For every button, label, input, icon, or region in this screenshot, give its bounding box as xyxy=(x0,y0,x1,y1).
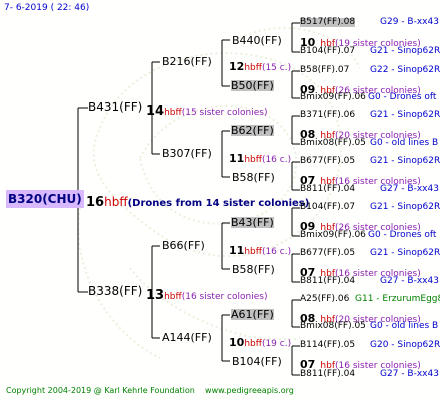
gen4-info-4: G0 - Drones oft xyxy=(368,92,437,102)
gen2-unit-1: hbff xyxy=(244,63,262,73)
gen3-label-6[interactable]: B58(FF) xyxy=(232,264,275,275)
gen2-num-3: 11 xyxy=(229,244,245,257)
gen2-num-1: 12 xyxy=(229,60,245,73)
gen4-label-7[interactable]: B677(FF).05 xyxy=(300,157,355,166)
gen2-note-3: (16 c.) xyxy=(261,247,292,257)
gen3-label-7[interactable]: A61(FF) xyxy=(231,309,274,320)
gen2-unit-3: hbff xyxy=(244,247,262,257)
gen2-note-4: (19 c.) xyxy=(261,339,292,349)
gen3-label-1[interactable]: B440(FF) xyxy=(232,35,282,46)
gen4-info-1: G29 - B-xx43 xyxy=(380,17,439,27)
root-queen-label[interactable]: B320(CHU) xyxy=(6,190,84,208)
gen1-info-2: 13hbff(16 sister colonies) xyxy=(146,286,267,302)
gen3-label-3[interactable]: B62(FF) xyxy=(231,125,274,136)
gen2-note-1: (15 c.) xyxy=(261,63,292,73)
gen3-label-4[interactable]: B58(FF) xyxy=(232,172,275,183)
gen2-info-3: 11hbff(16 c.) xyxy=(229,241,291,257)
gen4-info-14: G0 - old lines B xyxy=(370,321,439,331)
gen4-info-16: G27 - B-xx43 xyxy=(380,369,439,379)
root-num: 16 xyxy=(86,195,105,210)
gen2-unit-2: hbff xyxy=(244,155,262,165)
gen4-info-5: G21 - Sinop62R xyxy=(370,110,440,120)
gen1-note-1: (15 sister colonies) xyxy=(181,108,268,118)
gen4-info-11: G21 - Sinop62R xyxy=(370,248,440,258)
gen4-label-6[interactable]: Bmix08(FF).05 xyxy=(300,139,366,148)
gen2-info-1: 12hbff(15 c.) xyxy=(229,57,291,73)
gen3-label-2[interactable]: B50(FF) xyxy=(231,80,274,91)
gen4-label-13[interactable]: A25(FF).06 xyxy=(300,295,349,304)
gen4-info-2: G21 - Sinop62R xyxy=(370,46,440,56)
gen1-num-2: 13 xyxy=(146,288,165,303)
gen2-unit-4: hbff xyxy=(244,339,262,349)
gen4-label-2[interactable]: B104(FF).07 xyxy=(300,47,355,56)
root-note: (Drones from 14 sister colonies) xyxy=(127,198,310,209)
gen4-label-9[interactable]: B104(FF).07 xyxy=(300,203,355,212)
gen4-label-8[interactable]: B811(FF).04 xyxy=(300,185,355,194)
gen2-info-2: 11hbff(16 c.) xyxy=(229,149,291,165)
gen4-info-6: G0 - old lines B xyxy=(370,138,439,148)
pedigree-diagram: 7- 6-2019 ( 22: 46) B320(CHU) 16hbff(Dro… xyxy=(0,0,440,400)
gen4-info-13: G11 - ErzurumEgg8 xyxy=(355,294,440,304)
gen4-label-4[interactable]: Bmix09(FF).06 xyxy=(300,93,366,102)
footer-site[interactable]: www.pedigreeapis.org xyxy=(205,386,294,395)
gen1-label-2[interactable]: B338(FF) xyxy=(88,285,142,297)
gen2-num-4: 10 xyxy=(229,336,245,349)
gen4-info-12: G27 - B-xx43 xyxy=(380,276,439,286)
gen4-label-10[interactable]: Bmix09(FF).06 xyxy=(300,231,366,240)
gen4-label-16[interactable]: B811(FF).04 xyxy=(300,370,355,379)
gen1-info-1: 14hbff(15 sister colonies) xyxy=(146,102,267,118)
report-date: 7- 6-2019 ( 22: 46) xyxy=(4,3,90,13)
gen1-label-1[interactable]: B431(FF) xyxy=(88,101,142,113)
gen1-unit-1: hbff xyxy=(164,108,182,118)
gen4-label-11[interactable]: B677(FF).05 xyxy=(300,249,355,258)
gen4-label-14[interactable]: Bmix08(FF).05 xyxy=(300,322,366,331)
gen1-unit-2: hbff xyxy=(164,292,182,302)
gen2-info-4: 10hbff(19 c.) xyxy=(229,333,291,349)
gen2-num-2: 11 xyxy=(229,152,245,165)
gen4-label-1[interactable]: B517(FF).08 xyxy=(300,18,356,27)
root-unit: hbff xyxy=(104,195,128,209)
gen4-label-5[interactable]: B371(FF).06 xyxy=(300,111,355,120)
gen2-note-2: (16 c.) xyxy=(261,155,292,165)
gen2-label-1[interactable]: B216(FF) xyxy=(162,56,212,67)
gen1-note-2: (16 sister colonies) xyxy=(181,292,268,302)
gen2-label-3[interactable]: B66(FF) xyxy=(162,240,205,251)
gen4-info-15: G20 - Sinop62R xyxy=(370,340,440,350)
gen4-info-9: G21 - Sinop62R xyxy=(370,202,440,212)
gen4-info-3: G22 - Sinop62R xyxy=(370,65,440,75)
gen3-label-5[interactable]: B43(FF) xyxy=(231,217,274,228)
gen4-label-3[interactable]: B58(FF).07 xyxy=(300,66,349,75)
gen4-label-12[interactable]: B811(FF).04 xyxy=(300,277,355,286)
gen2-label-2[interactable]: B307(FF) xyxy=(162,148,212,159)
gen3-label-8[interactable]: B104(FF) xyxy=(232,356,282,367)
footer-copyright: Copyright 2004-2019 @ Karl Kehrle Founda… xyxy=(6,386,195,395)
footer: Copyright 2004-2019 @ Karl Kehrle Founda… xyxy=(6,387,294,395)
gen4-info-10: G0 - Drones oft xyxy=(368,230,437,240)
gen2-label-4[interactable]: A144(FF) xyxy=(162,332,212,343)
root-drone-info: 16hbff(Drones from 14 sister colonies) xyxy=(86,193,309,209)
gen1-num-1: 14 xyxy=(146,104,165,119)
gen4-label-15[interactable]: B114(FF).05 xyxy=(300,341,355,350)
gen4-info-7: G21 - Sinop62R xyxy=(370,156,440,166)
gen4-info-8: G27 - B-xx43 xyxy=(380,184,439,194)
